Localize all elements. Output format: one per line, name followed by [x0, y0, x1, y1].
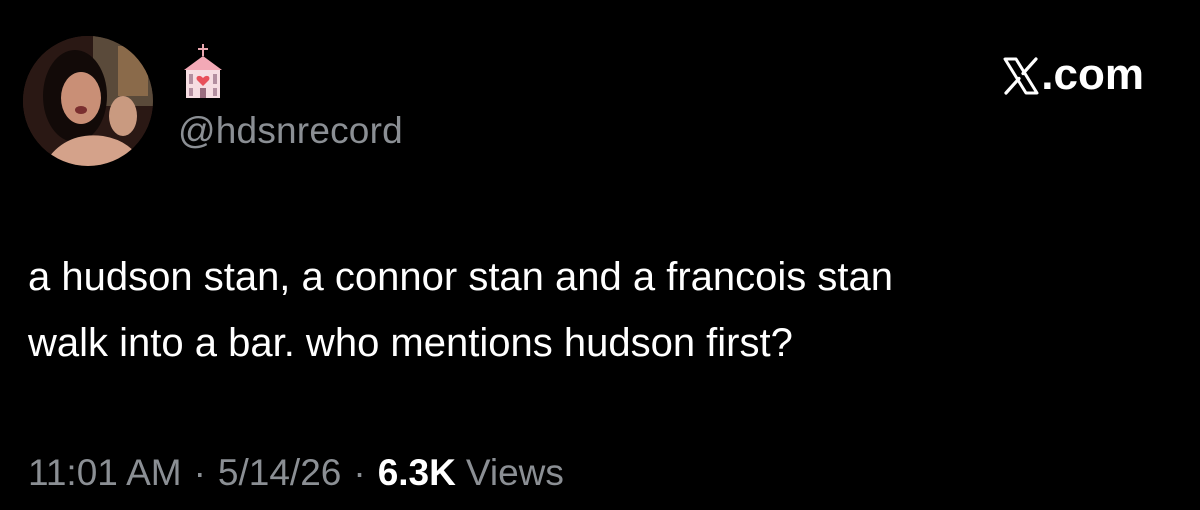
wedding-chapel-icon [184, 44, 222, 98]
source-domain: .com [1041, 50, 1144, 99]
post-metadata: 11:01 AM · 5/14/26 · 6.3K Views [28, 452, 564, 494]
post-date[interactable]: 5/14/26 [218, 452, 341, 494]
x-logo-icon [1003, 56, 1039, 95]
user-handle[interactable]: @hdsnrecord [178, 110, 403, 152]
avatar-photo [23, 36, 153, 166]
avatar[interactable] [23, 36, 153, 166]
views-count[interactable]: 6.3K [378, 452, 456, 494]
source-label: .com [1003, 50, 1144, 100]
meta-separator: · [193, 452, 206, 493]
post-text: a hudson stan, a connor stan and a franc… [28, 255, 894, 365]
post-time[interactable]: 11:01 AM [28, 452, 182, 494]
views-label: Views [465, 452, 564, 493]
display-name[interactable] [178, 44, 238, 104]
meta-separator: · [353, 452, 366, 493]
